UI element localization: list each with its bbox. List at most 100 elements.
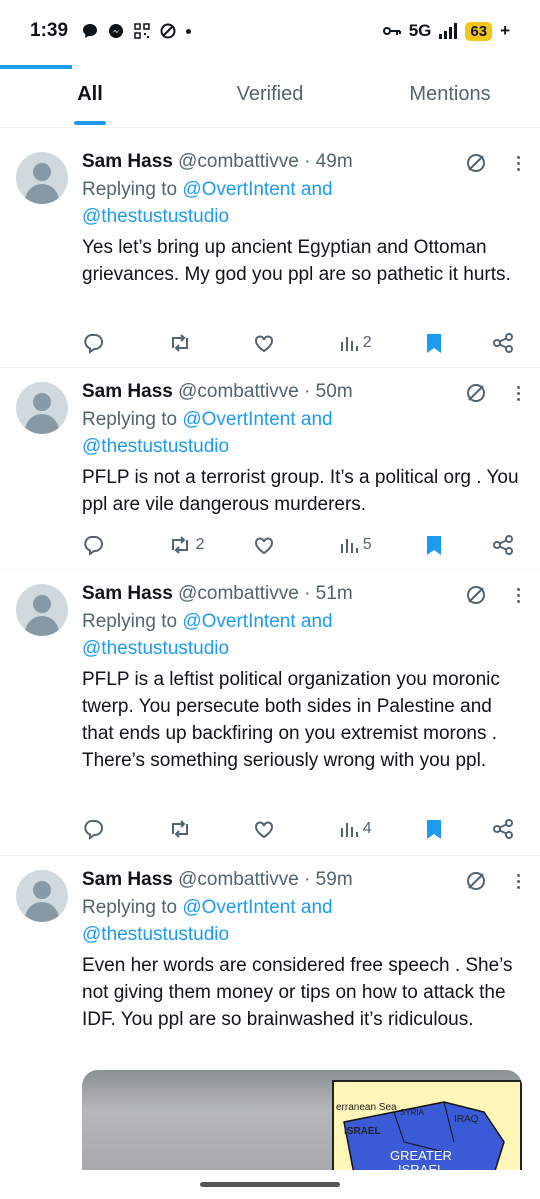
signal-strength-icon <box>439 23 458 39</box>
tweet-time: · 51m <box>304 583 353 604</box>
mention-link[interactable]: @OvertIntent and <box>182 897 332 918</box>
tab-verified[interactable]: Verified <box>180 62 360 127</box>
share-button[interactable] <box>492 534 514 556</box>
more-options-icon[interactable] <box>517 385 520 401</box>
views-button[interactable]: 4 <box>339 819 379 839</box>
tweet-header: Sam Hass @combattivve · 51m <box>82 580 522 608</box>
share-icon <box>492 819 513 839</box>
grok-icon[interactable] <box>465 382 487 404</box>
tab-mentions[interactable]: Mentions <box>360 62 540 127</box>
more-options-icon[interactable] <box>517 155 520 171</box>
grok-icon[interactable] <box>465 152 487 174</box>
reply-icon <box>84 820 103 840</box>
author-name[interactable]: Sam Hass <box>82 583 173 604</box>
more-notifications-dot-icon <box>186 28 192 34</box>
active-tab-indicator <box>74 121 106 125</box>
author-name[interactable]: Sam Hass <box>82 381 173 402</box>
views-button[interactable]: 5 <box>339 535 379 555</box>
tweet-text: PFLP is not a terrorist group. It’s a po… <box>82 467 519 515</box>
tweet[interactable]: Sam Hass @combattivve · 51m Replying to … <box>0 570 540 856</box>
retweet-button[interactable] <box>168 818 208 840</box>
retweet-button[interactable] <box>168 332 208 354</box>
mention-link[interactable]: @OvertIntent and <box>182 409 332 430</box>
reply-button[interactable] <box>82 332 122 354</box>
grok-icon[interactable] <box>465 870 487 892</box>
reply-button[interactable] <box>82 818 122 840</box>
map-label: ISRAEL <box>398 1162 445 1170</box>
views-bar-chart-icon <box>340 539 358 553</box>
like-button[interactable] <box>253 534 293 556</box>
mention-link[interactable]: @thestustustudio <box>82 206 229 227</box>
mention-link[interactable]: @OvertIntent and <box>182 611 332 632</box>
avatar[interactable] <box>16 584 68 636</box>
grok-icon[interactable] <box>465 584 487 606</box>
share-button[interactable] <box>492 332 514 354</box>
bookmark-button[interactable] <box>424 332 446 354</box>
tab-mentions-label: Mentions <box>409 83 491 105</box>
network-type: 5G <box>408 21 432 40</box>
reply-icon <box>84 536 103 556</box>
status-time: 1:39 <box>30 20 69 41</box>
more-options-icon[interactable] <box>517 587 520 603</box>
avatar[interactable] <box>16 870 68 922</box>
tweet-header: Sam Hass @combattivve · 50m <box>82 378 522 406</box>
mention-link[interactable]: @thestustustudio <box>82 638 229 659</box>
retweet-icon <box>171 334 188 352</box>
chat-bubble-icon <box>83 24 98 38</box>
tweet[interactable]: Sam Hass @combattivve · 49m Replying to … <box>0 138 540 368</box>
notification-icons <box>82 23 192 39</box>
avatar[interactable] <box>16 382 68 434</box>
bookmark-filled-icon <box>427 334 442 353</box>
tweet-media-image[interactable]: erranean Sea SYRIA ISRAEL IRAQ GREATER I… <box>82 1070 522 1170</box>
tweet-text: Yes let’s bring up ancient Egyptian and … <box>82 237 511 285</box>
map-label: ISRAEL <box>344 1126 381 1137</box>
replying-to-prefix: Replying to <box>82 409 183 430</box>
replying-to-prefix: Replying to <box>82 897 183 918</box>
tweet-header: Sam Hass @combattivve · 49m <box>82 148 522 176</box>
author-handle[interactable]: @combattivve <box>178 869 299 890</box>
bookmark-button[interactable] <box>424 534 446 556</box>
share-icon <box>492 535 513 555</box>
retweet-button[interactable]: 2 <box>168 534 208 556</box>
author-name[interactable]: Sam Hass <box>82 869 173 890</box>
tweet[interactable]: Sam Hass @combattivve · 50m Replying to … <box>0 368 540 570</box>
map-label: SYRIA <box>400 1108 425 1117</box>
reply-icon <box>84 334 103 354</box>
home-indicator[interactable] <box>200 1182 340 1187</box>
views-bar-chart-icon <box>340 823 358 837</box>
system-status: 5G 63 + <box>382 21 510 41</box>
tab-verified-label: Verified <box>236 83 304 105</box>
like-button[interactable] <box>253 818 293 840</box>
mention-link[interactable]: @thestustustudio <box>82 924 229 945</box>
tweet-time: · 49m <box>304 151 353 172</box>
like-button[interactable] <box>253 332 293 354</box>
author-handle[interactable]: @combattivve <box>178 583 299 604</box>
notification-tabs: All Verified Mentions <box>0 62 540 128</box>
tweet-text: Even her words are considered free speec… <box>82 955 513 1030</box>
tweet-time: · 59m <box>304 869 353 890</box>
author-handle[interactable]: @combattivve <box>178 381 299 402</box>
tab-all-label: All <box>77 83 103 105</box>
avatar[interactable] <box>16 152 68 204</box>
mention-link[interactable]: @thestustustudio <box>82 436 229 457</box>
mention-link[interactable]: @OvertIntent and <box>182 179 332 200</box>
tweet-actions: 4 <box>82 816 514 842</box>
messenger-icon <box>109 24 124 38</box>
reply-button[interactable] <box>82 534 122 556</box>
views-button[interactable]: 2 <box>339 333 379 353</box>
author-handle[interactable]: @combattivve <box>178 151 299 172</box>
map-label: GREATER <box>390 1148 452 1163</box>
share-button[interactable] <box>492 818 514 840</box>
bookmark-button[interactable] <box>424 818 446 840</box>
tab-all[interactable]: All <box>0 62 180 127</box>
blocked-app-icon <box>160 23 176 39</box>
replying-to: Replying to @OvertIntent and @thestustus… <box>82 176 522 230</box>
tweet-header: Sam Hass @combattivve · 59m <box>82 866 522 894</box>
author-name[interactable]: Sam Hass <box>82 151 173 172</box>
heart-icon <box>255 335 274 353</box>
views-count: 2 <box>362 334 372 351</box>
more-options-icon[interactable] <box>517 873 520 889</box>
share-icon <box>492 333 513 353</box>
retweet-icon <box>171 536 188 554</box>
vpn-key-icon <box>382 27 401 35</box>
